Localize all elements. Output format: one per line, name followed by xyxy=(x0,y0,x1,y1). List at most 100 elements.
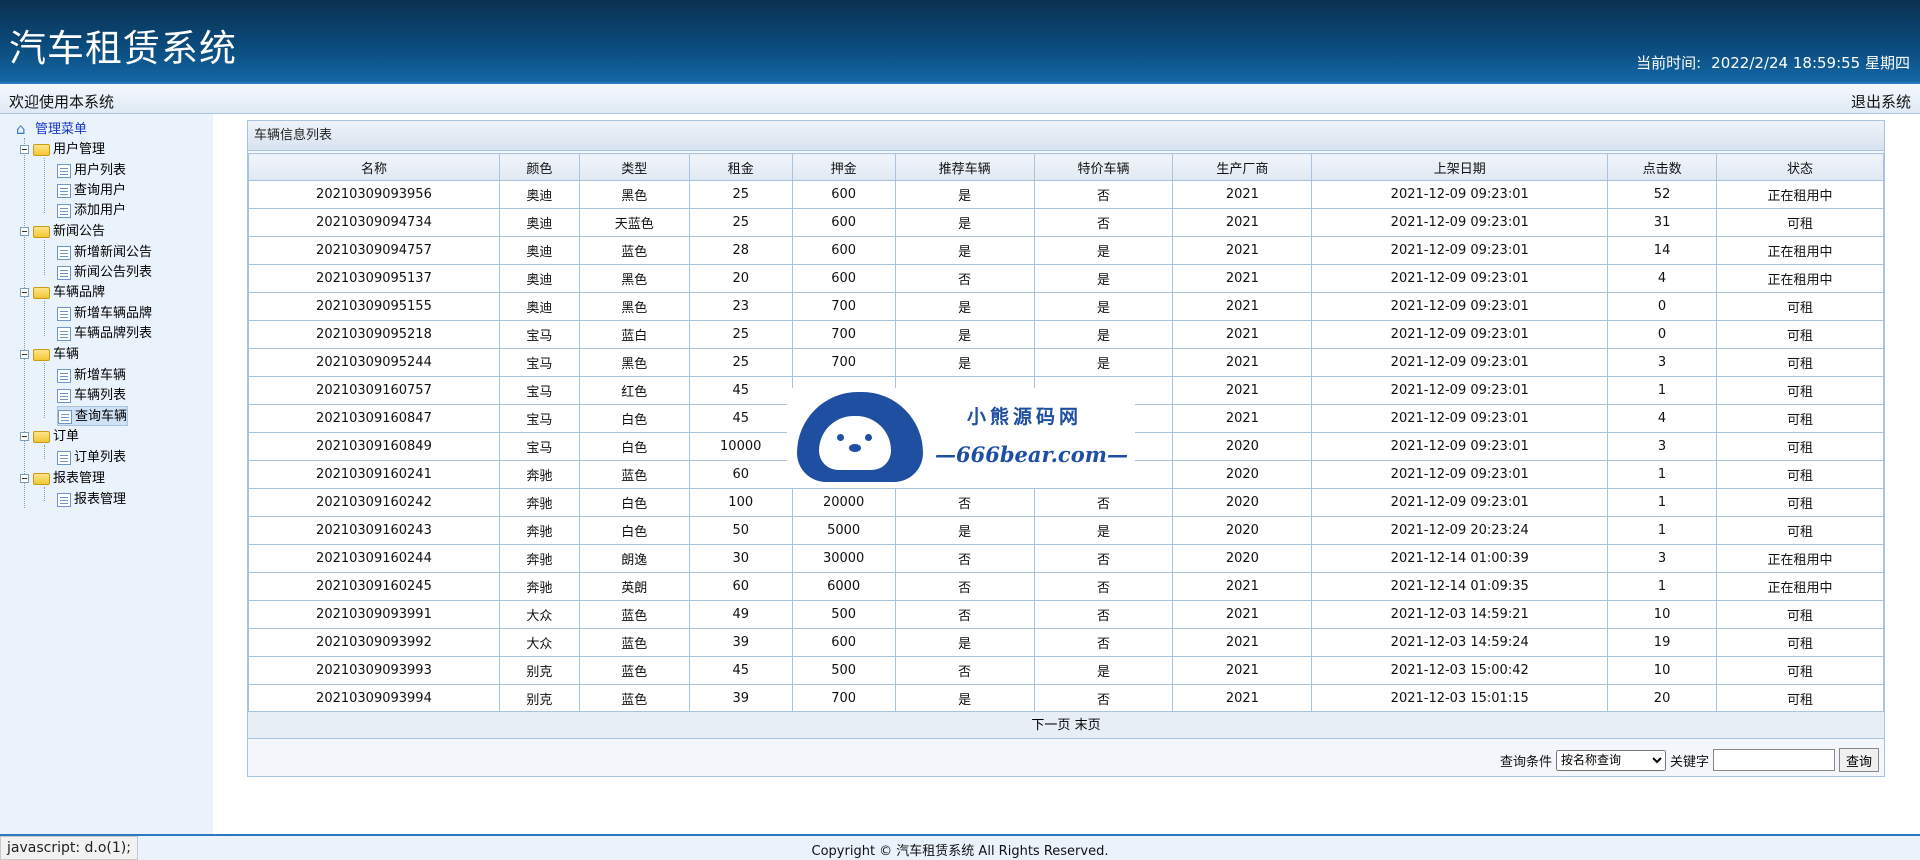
sidebar-group-brand[interactable]: 车辆品牌 xyxy=(20,283,105,303)
table-row[interactable]: 20210309160244 奔驰 朗逸 30 30000 否否 2020 2021-12-1… xyxy=(248,544,1884,573)
sidebar-item-report[interactable]: 报表管理 xyxy=(57,490,126,510)
table-row[interactable]: 20210309093956 奥迪 黑色 25 600 是否 2021 2021-12-09 … xyxy=(248,180,1884,209)
table-cell: 2021-12-09 09:23:01 xyxy=(1311,376,1609,405)
folder-icon xyxy=(33,430,50,443)
table-cell: 2021-12-03 14:59:24 xyxy=(1311,628,1609,657)
sidebar-group-order[interactable]: 订单 xyxy=(20,427,79,447)
sidebar-group-label: 报表管理 xyxy=(53,471,106,486)
sidebar-item-brand-add[interactable]: 新增车辆品牌 xyxy=(57,304,152,324)
table-row[interactable]: 20210309160242 奔驰 白色 100 20000 否否 2020 2021-12-… xyxy=(248,488,1884,517)
table-row[interactable]: 20210309160245 奔驰 英朗 60 6000 否否 2021 2021-12-14… xyxy=(248,572,1884,601)
time-label: 当前时间: xyxy=(1636,54,1702,72)
sidebar-menu: ⌂ 管理菜单 用户管理 用户列表 查询用户 添加用户 新闻公告 新增新闻公告 新闻… xyxy=(0,114,213,834)
collapse-icon[interactable] xyxy=(20,145,29,154)
sidebar-item-brand-list[interactable]: 车辆品牌列表 xyxy=(57,324,152,344)
table-cell: 4 xyxy=(1607,404,1718,433)
table-row[interactable]: 20210309093994 别克 蓝色 39 700 是否 2021 2021-12-03 … xyxy=(248,684,1884,713)
table-row[interactable]: 20210309093991 大众 蓝色 49 500 否否 2021 2021-12-03 … xyxy=(248,600,1884,629)
table-cell: 蓝色 xyxy=(578,628,690,657)
table-cell: 2021-12-03 15:01:15 xyxy=(1311,684,1609,713)
table-row[interactable]: 20210309095137 奥迪 黑色 20 600 否是 2021 2021-12-09 … xyxy=(248,264,1884,293)
collapse-icon[interactable] xyxy=(20,227,29,236)
table-cell: 可租 xyxy=(1716,376,1884,405)
condition-select[interactable]: 按名称查询 xyxy=(1555,749,1666,771)
table-cell: 23 xyxy=(688,292,793,321)
sidebar-item-user-query[interactable]: 查询用户 xyxy=(57,181,126,201)
table-cell: 2021-12-09 09:23:01 xyxy=(1311,320,1609,349)
table-cell: 可租 xyxy=(1716,460,1884,489)
tree-root[interactable]: ⌂ 管理菜单 xyxy=(16,120,87,140)
table-cell: 否 xyxy=(1033,628,1174,657)
table-cell: 2021 xyxy=(1172,404,1313,433)
sidebar-item-car-add[interactable]: 新增车辆 xyxy=(57,366,126,386)
table-row[interactable]: 20210309094734 奥迪 天蓝色 25 600 是否 2021 2021-12-09… xyxy=(248,208,1884,237)
table-row[interactable]: 20210309093993 别克 蓝色 45 500 否是 2021 2021-12-03 … xyxy=(248,656,1884,685)
sidebar-group-news[interactable]: 新闻公告 xyxy=(20,222,105,242)
table-row[interactable]: 20210309093992 大众 蓝色 39 600 是否 2021 2021-12-03 … xyxy=(248,628,1884,657)
keyword-input[interactable] xyxy=(1712,749,1835,771)
table-cell: 大众 xyxy=(498,600,580,629)
table-row[interactable]: 20210309160243 奔驰 白色 50 5000 是是 2020 2021-12-09… xyxy=(248,516,1884,545)
sidebar-item-news-add[interactable]: 新增新闻公告 xyxy=(57,243,152,263)
collapse-icon[interactable] xyxy=(20,474,29,483)
table-cell: 39 xyxy=(688,684,793,713)
sidebar-item-order-list[interactable]: 订单列表 xyxy=(57,448,126,468)
table-cell: 2021 xyxy=(1172,236,1313,265)
table-cell: 正在租用中 xyxy=(1716,264,1884,293)
table-cell: 可租 xyxy=(1716,404,1884,433)
table-cell: 否 xyxy=(1033,544,1174,573)
sidebar-group-report[interactable]: 报表管理 xyxy=(20,469,105,489)
table-cell: 否 xyxy=(1033,600,1174,629)
table-cell: 39 xyxy=(688,628,793,657)
table-row[interactable]: 20210309094757 奥迪 蓝色 28 600 是是 2021 2021-12-09 … xyxy=(248,236,1884,265)
collapse-icon[interactable] xyxy=(20,288,29,297)
sidebar-item-label: 用户列表 xyxy=(74,163,127,178)
sidebar-group-user[interactable]: 用户管理 xyxy=(20,140,105,160)
table-cell: 20000 xyxy=(791,488,896,517)
sidebar-item-label: 查询车辆 xyxy=(75,409,128,424)
table-cell: 奔驰 xyxy=(498,544,580,573)
sidebar-item-user-add[interactable]: 添加用户 xyxy=(57,201,126,221)
table-cell: 2021 xyxy=(1172,572,1313,601)
sidebar-group-car[interactable]: 车辆 xyxy=(20,345,79,365)
table-cell: 20210309093992 xyxy=(248,628,500,657)
sidebar-item-news-list[interactable]: 新闻公告列表 xyxy=(57,263,152,283)
table-cell: 60 xyxy=(688,460,793,489)
table-cell: 否 xyxy=(1033,684,1174,713)
table-cell: 20210309094757 xyxy=(248,236,500,265)
next-page-link[interactable]: 下一页 xyxy=(1031,718,1070,733)
table-cell: 是 xyxy=(894,292,1035,321)
folder-icon xyxy=(33,225,50,238)
collapse-icon[interactable] xyxy=(20,432,29,441)
table-cell: 20210309160244 xyxy=(248,544,500,573)
table-cell: 45 xyxy=(688,376,793,405)
table-cell: 19 xyxy=(1607,628,1718,657)
search-button[interactable]: 查询 xyxy=(1838,748,1879,772)
table-cell: 30000 xyxy=(791,544,896,573)
page: 汽车租赁系统 当前时间: 2022/2/24 18:59:55 星期四 欢迎使用本… xyxy=(0,0,1920,860)
table-cell: 20210309160245 xyxy=(248,572,500,601)
table-cell: 25 xyxy=(688,320,793,349)
column-header: 特价车辆 xyxy=(1033,153,1174,181)
table-cell: 2021 xyxy=(1172,600,1313,629)
table-cell: 2021-12-09 09:23:01 xyxy=(1311,236,1609,265)
browser-status-bar: javascript: d.o(1); xyxy=(0,836,138,860)
sidebar-item-car-list[interactable]: 车辆列表 xyxy=(57,386,126,406)
table-cell: 是 xyxy=(894,180,1035,209)
table-row[interactable]: 20210309095244 宝马 黑色 25 700 是是 2021 2021-12-09 … xyxy=(248,348,1884,377)
last-page-link[interactable]: 末页 xyxy=(1075,718,1101,733)
sidebar-item-user-list[interactable]: 用户列表 xyxy=(57,161,126,181)
table-cell: 20210309160243 xyxy=(248,516,500,545)
table-cell: 宝马 xyxy=(498,432,580,461)
logout-link[interactable]: 退出系统 xyxy=(1851,91,1911,112)
table-row[interactable]: 20210309095218 宝马 蓝白 25 700 是是 2021 2021-12-09 … xyxy=(248,320,1884,349)
folder-icon xyxy=(33,348,50,361)
sidebar-item-label: 新闻公告列表 xyxy=(74,265,153,280)
sidebar-item-car-query[interactable]: 查询车辆 xyxy=(57,406,129,426)
collapse-icon[interactable] xyxy=(20,350,29,359)
table-row[interactable]: 20210309095155 奥迪 黑色 23 700 是是 2021 2021-12-09 … xyxy=(248,292,1884,321)
table-cell: 20210309095244 xyxy=(248,348,500,377)
table-cell: 10 xyxy=(1607,656,1718,685)
tree-line xyxy=(44,240,45,275)
tree-root-label: 管理菜单 xyxy=(35,122,88,137)
